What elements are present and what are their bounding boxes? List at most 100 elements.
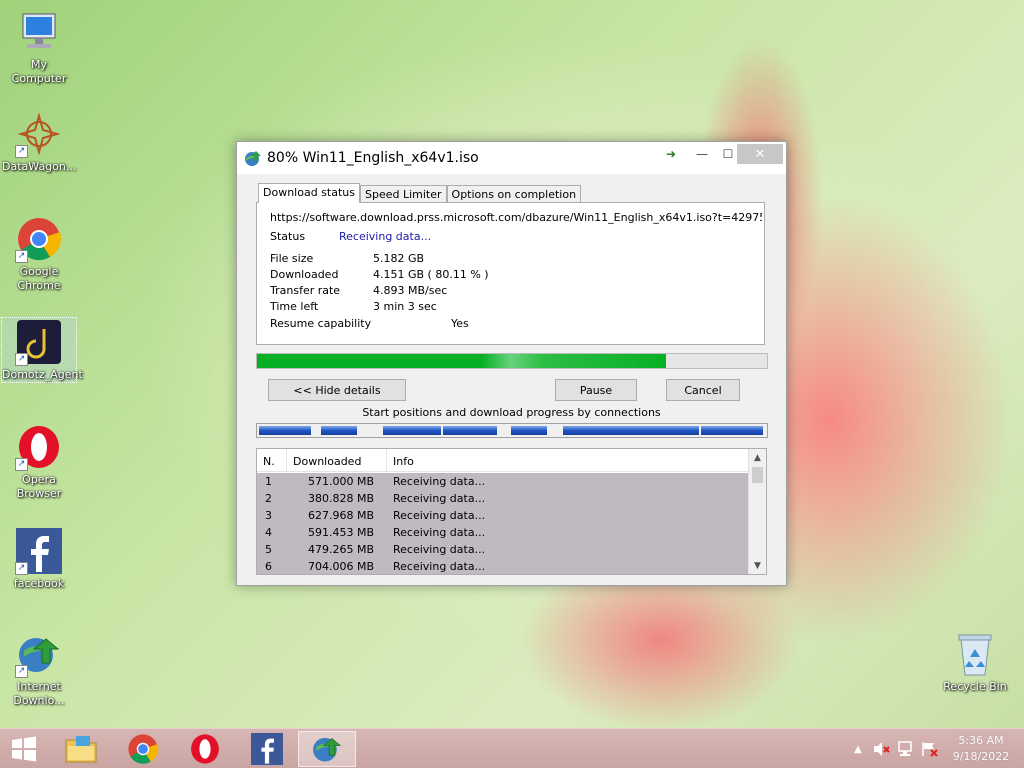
desktop-icon-label: Domotz_Agent	[2, 368, 83, 381]
shortcut-arrow-icon: ↗	[15, 665, 28, 678]
windows-logo-icon	[12, 736, 36, 762]
row-info: Receiving data...	[393, 543, 486, 556]
show-hidden-icons-icon[interactable]: ▲	[850, 744, 866, 755]
window-title: 80% Win11_English_x64v1.iso	[267, 150, 479, 166]
scroll-down-icon[interactable]: ▼	[749, 557, 766, 574]
desktop-icon-my-computer[interactable]: My Computer	[2, 8, 76, 86]
table-header: N. Downloaded Info	[257, 449, 766, 472]
desktop-icon-datawagon[interactable]: ↗ DataWagon...	[2, 110, 76, 174]
downloaded-label: Downloaded	[270, 268, 339, 281]
table-row[interactable]: 4 591.453 MB Receiving data...	[257, 524, 748, 541]
table-body: 1 571.000 MB Receiving data... 2 380.828 MB…	[257, 473, 748, 574]
desktop-icon-opera-browser[interactable]: ↗ Opera Browser	[2, 423, 76, 501]
time-left-value: 3 min 3 sec	[373, 300, 437, 313]
shortcut-arrow-icon: ↗	[15, 562, 28, 575]
column-header-downloaded[interactable]: Downloaded	[287, 449, 387, 471]
desktop-icon-label: Recycle Bin	[943, 680, 1007, 693]
resume-capability-value: Yes	[451, 317, 469, 330]
tab-options-on-completion[interactable]: Options on completion	[446, 185, 582, 203]
hide-details-button[interactable]: << Hide details	[268, 379, 406, 401]
row-info: Receiving data...	[393, 475, 486, 488]
file-size-label: File size	[270, 252, 314, 265]
cancel-button[interactable]: Cancel	[666, 379, 740, 401]
title-bar[interactable]: 80% Win11_English_x64v1.iso ➜ — ☐ ✕	[237, 142, 786, 174]
table-row[interactable]: 2 380.828 MB Receiving data...	[257, 490, 748, 507]
time-left-label: Time left	[270, 300, 319, 313]
desktop-icon-label: facebook	[13, 577, 65, 590]
row-info: Receiving data...	[393, 492, 486, 505]
system-tray: ▲	[850, 729, 940, 768]
row-downloaded: 591.453 MB	[308, 526, 375, 539]
scroll-up-icon[interactable]: ▲	[749, 449, 766, 466]
download-window[interactable]: 80% Win11_English_x64v1.iso ➜ — ☐ ✕ Down…	[236, 141, 787, 586]
taskbar: ▲ 5:36 AM 9/18/2022	[0, 728, 1024, 768]
progress-fill	[257, 354, 666, 368]
row-number: 1	[265, 475, 272, 488]
tab-download-status[interactable]: Download status	[258, 183, 360, 203]
facebook-icon	[251, 733, 283, 765]
close-button[interactable]: ✕	[737, 144, 783, 164]
transfer-rate-label: Transfer rate	[270, 284, 341, 297]
desktop-icon-recycle-bin[interactable]: Recycle Bin	[938, 630, 1012, 694]
minimize-to-tray-icon[interactable]: ➜	[659, 144, 683, 164]
system-clock[interactable]: 5:36 AM 9/18/2022	[945, 733, 1017, 765]
tab-strip: Download status Speed Limiter Options on…	[258, 183, 582, 203]
shortcut-arrow-icon: ↗	[15, 250, 28, 263]
idm-icon: ↗	[15, 630, 63, 678]
connections-progress-bar	[256, 423, 768, 438]
taskbar-opera[interactable]	[176, 731, 234, 767]
action-center-flag-icon[interactable]	[920, 741, 940, 757]
row-number: 6	[265, 560, 272, 573]
chrome-icon: ↗	[15, 215, 63, 263]
download-url: https://software.download.prss.microsoft…	[270, 211, 762, 224]
row-number: 4	[265, 526, 272, 539]
volume-muted-icon[interactable]	[872, 741, 892, 757]
connection-segment	[383, 426, 441, 435]
status-label: Status	[270, 230, 306, 243]
table-row[interactable]: 3 627.968 MB Receiving data...	[257, 507, 748, 524]
table-row[interactable]: 1 571.000 MB Receiving data...	[257, 473, 748, 490]
domotz-icon: ↗	[15, 318, 63, 366]
tab-speed-limiter[interactable]: Speed Limiter	[359, 185, 447, 203]
table-row[interactable]: 5 479.265 MB Receiving data...	[257, 541, 748, 558]
resume-capability-label: Resume capability	[270, 317, 372, 330]
taskbar-chrome[interactable]	[114, 731, 172, 767]
table-scrollbar[interactable]: ▲ ▼	[748, 449, 766, 574]
folder-icon	[65, 736, 97, 763]
taskbar-internet-download-manager[interactable]	[298, 731, 356, 767]
connections-table[interactable]: N. Downloaded Info 1 571.000 MB Receiving …	[256, 448, 767, 575]
row-number: 5	[265, 543, 272, 556]
row-info: Receiving data...	[393, 560, 486, 573]
desktop-icon-google-chrome[interactable]: ↗ Google Chrome	[2, 215, 76, 293]
facebook-icon: ↗	[15, 527, 63, 575]
connection-segment	[443, 426, 497, 435]
connection-segment	[259, 426, 311, 435]
opera-icon: ↗	[15, 423, 63, 471]
scroll-thumb[interactable]	[752, 467, 763, 483]
shortcut-arrow-icon: ↗	[15, 353, 28, 366]
desktop-icon-domotz-agent[interactable]: ↗ Domotz_Agent	[1, 317, 83, 383]
status-value: Receiving data...	[339, 230, 432, 243]
desktop-icon-label: Internet Downlo...	[13, 680, 65, 707]
column-header-number[interactable]: N.	[257, 449, 287, 471]
connection-start-marker	[561, 426, 563, 435]
desktop-icon-facebook[interactable]: ↗ facebook	[2, 527, 76, 591]
idm-icon	[313, 737, 342, 762]
pause-button[interactable]: Pause	[555, 379, 637, 401]
desktop-icon-label: DataWagon...	[2, 160, 77, 173]
network-icon[interactable]	[896, 741, 916, 757]
desktop-icon-label: Google Chrome	[17, 265, 61, 292]
shortcut-arrow-icon: ↗	[15, 458, 28, 471]
minimize-button[interactable]: —	[689, 144, 715, 164]
connections-label: Start positions and download progress by…	[362, 406, 661, 419]
taskbar-file-explorer[interactable]	[52, 731, 110, 767]
download-progress-bar	[256, 353, 768, 369]
column-header-info[interactable]: Info	[387, 449, 748, 471]
recycle-bin-icon	[951, 630, 999, 678]
connection-segment	[511, 426, 547, 435]
start-button[interactable]	[0, 731, 48, 767]
desktop-icon-internet-download-manager[interactable]: ↗ Internet Downlo...	[2, 630, 76, 708]
taskbar-facebook[interactable]	[238, 731, 296, 767]
table-row[interactable]: 6 704.006 MB Receiving data...	[257, 558, 748, 574]
shortcut-arrow-icon: ↗	[15, 145, 28, 158]
